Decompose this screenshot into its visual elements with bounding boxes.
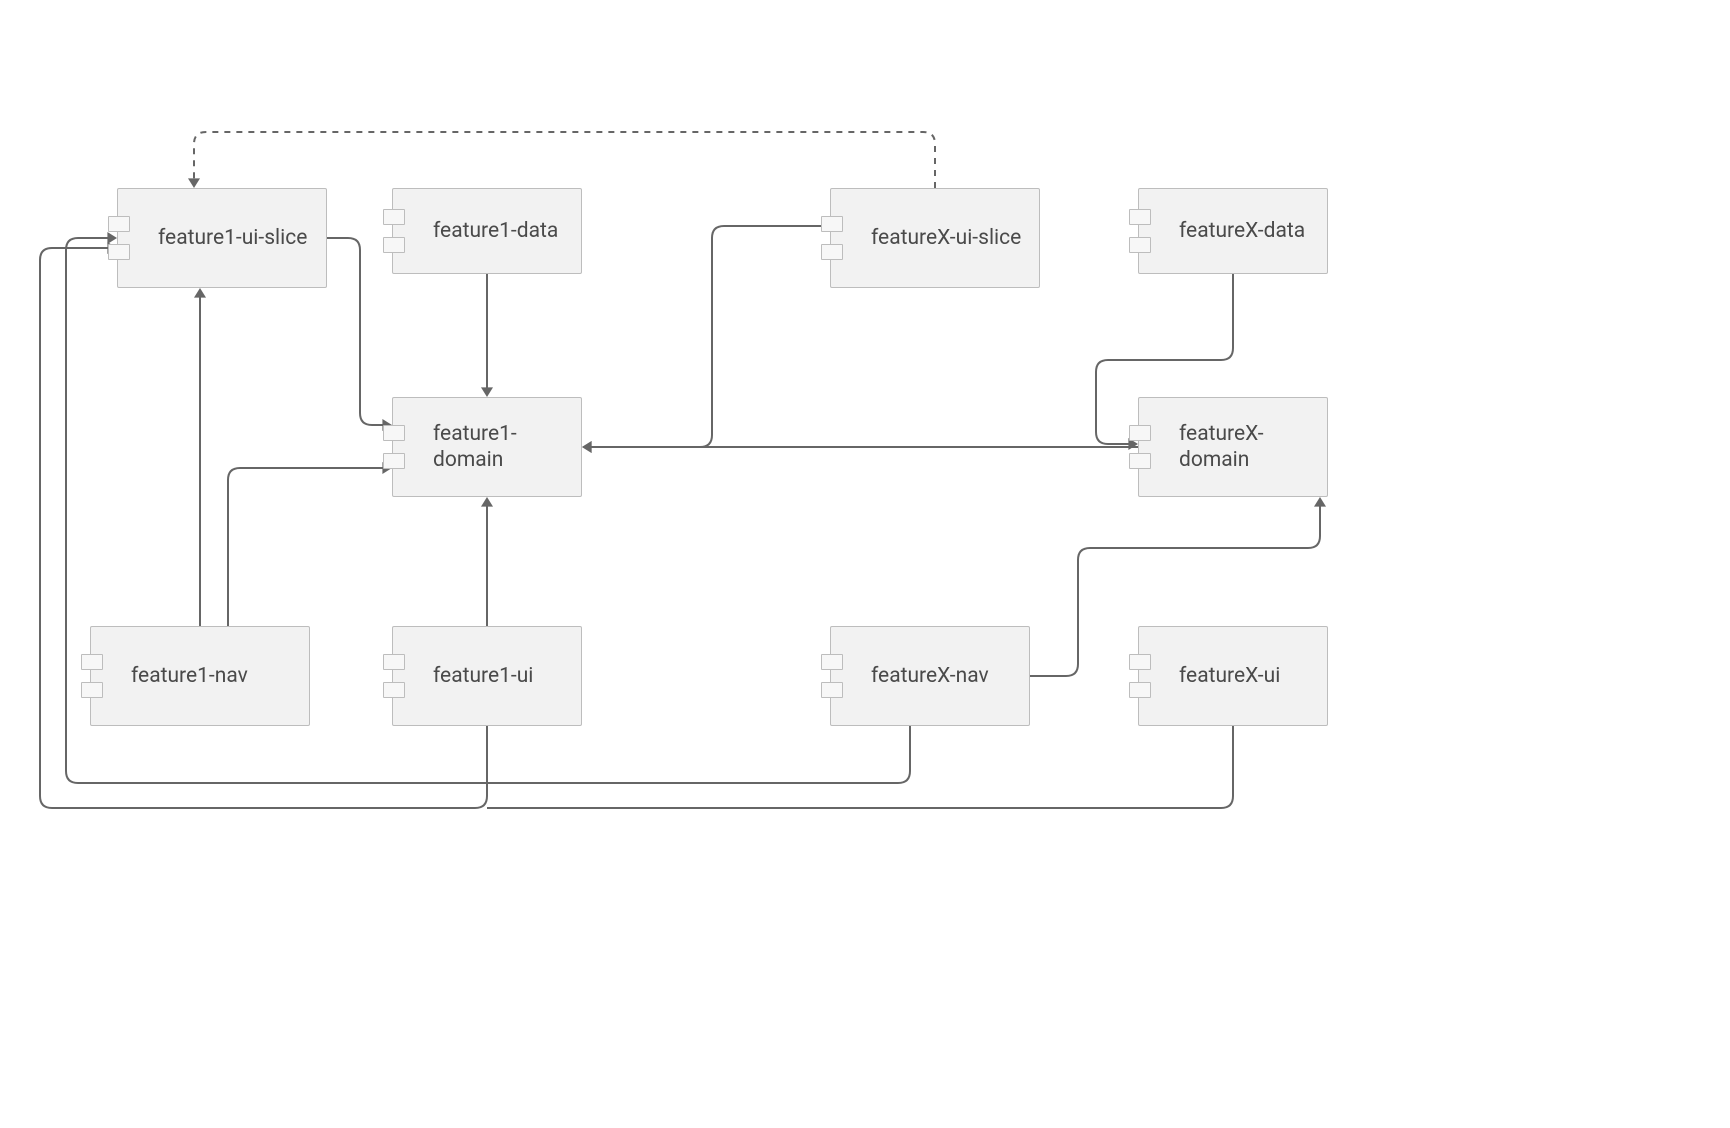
component-tab-icon [821,654,843,670]
edge-fx-ui-slice-to-f1-domain-via-lift [588,226,830,447]
component-label: feature1-data [393,218,570,244]
component-tab-icon [1129,237,1151,253]
component-tab-icon [383,209,405,225]
component-node-f1-ui-slice: feature1-ui-slice [117,188,327,288]
component-tab-icon [81,682,103,698]
component-tab-icon [108,216,130,232]
component-node-fx-data: featureX-data [1138,188,1328,274]
component-node-fx-nav: featureX-nav [830,626,1030,726]
component-icon [821,654,843,698]
component-icon [1129,425,1151,469]
component-node-fx-ui-slice: featureX-ui-slice [830,188,1040,288]
component-label: feature1-nav [91,663,260,689]
component-icon [108,216,130,260]
edge-fx-ui-to-f1-ui-slice-loop [487,726,1233,808]
component-node-f1-ui: feature1-ui [392,626,582,726]
component-node-f1-data: feature1-data [392,188,582,274]
edge-fx-ui-slice-to-f1-ui-slice [194,132,935,188]
component-tab-icon [821,244,843,260]
component-label: feature1-ui-slice [118,225,319,251]
component-label: featureX-ui-slice [831,225,1033,251]
arrowhead-icon [582,441,592,453]
component-label: featureX-ui [1139,663,1292,689]
component-tab-icon [821,216,843,232]
component-tab-icon [383,682,405,698]
component-label: feature1-domain [393,421,581,474]
component-tab-icon [108,244,130,260]
component-icon [383,654,405,698]
component-tab-icon [383,425,405,441]
arrowhead-icon [481,387,493,397]
component-tab-icon [383,654,405,670]
component-tab-icon [1129,682,1151,698]
component-tab-icon [81,654,103,670]
arrowhead-icon [582,441,592,453]
arrowhead-icon [1314,497,1326,507]
edge-layer [0,0,1730,1128]
edge-f1-ui-slice-to-f1-domain [327,238,386,425]
arrowhead-icon [194,288,206,298]
component-label: featureX-data [1139,218,1317,244]
component-icon [1129,209,1151,253]
component-node-fx-domain: featureX-domain [1138,397,1328,497]
component-icon [383,209,405,253]
edge-f1-nav-to-f1-domain [228,468,386,626]
component-tab-icon [1129,453,1151,469]
component-tab-icon [1129,654,1151,670]
component-tab-icon [383,237,405,253]
component-icon [383,425,405,469]
component-tab-icon [1129,425,1151,441]
component-node-fx-ui: featureX-ui [1138,626,1328,726]
arrowhead-icon [481,497,493,507]
component-label: featureX-nav [831,663,1001,689]
component-icon [81,654,103,698]
arrowhead-icon [188,178,200,188]
component-label: feature1-ui [393,663,545,689]
component-icon [1129,654,1151,698]
component-tab-icon [1129,209,1151,225]
component-icon [821,216,843,260]
component-tab-icon [383,453,405,469]
component-label: featureX-domain [1139,421,1327,474]
component-node-f1-nav: feature1-nav [90,626,310,726]
component-node-f1-domain: feature1-domain [392,397,582,497]
component-tab-icon [821,682,843,698]
diagram-canvas: feature1-ui-slice feature1-data featureX-u… [0,0,1730,1128]
